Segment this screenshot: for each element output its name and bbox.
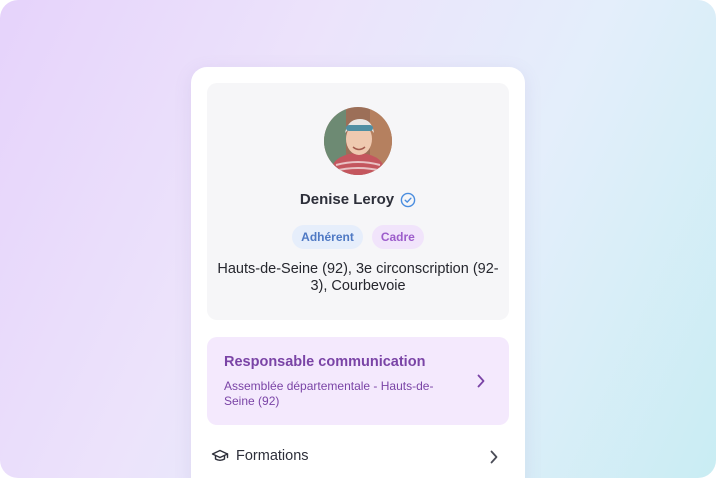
profile-location: Hauts-de-Seine (92), 3e circonscription … <box>217 261 499 294</box>
name-row: Denise Leroy <box>207 191 509 208</box>
verified-check-icon <box>400 192 416 208</box>
chevron-right-icon <box>475 373 487 389</box>
graduation-cap-icon <box>211 447 229 465</box>
avatar <box>324 107 392 175</box>
profile-summary: Denise Leroy Adhérent Cadre Hauts-de-Sei… <box>207 83 509 320</box>
role-subtitle: Assemblée départementale - Hauts-de-Sein… <box>224 379 434 408</box>
profile-name: Denise Leroy <box>299 191 395 208</box>
background-frame: Denise Leroy Adhérent Cadre Hauts-de-Sei… <box>0 0 716 478</box>
chevron-right-icon <box>488 449 500 465</box>
formations-menu-item[interactable]: Formations <box>211 445 507 467</box>
badge-cadre: Cadre <box>371 225 424 249</box>
profile-card: Denise Leroy Adhérent Cadre Hauts-de-Sei… <box>191 67 525 478</box>
role-title: Responsable communication <box>224 354 426 370</box>
badge-row: Adhérent Cadre <box>207 225 509 249</box>
formations-label: Formations <box>236 448 309 464</box>
role-item[interactable]: Responsable communication Assemblée dépa… <box>207 337 509 425</box>
badge-adherent: Adhérent <box>292 225 363 249</box>
